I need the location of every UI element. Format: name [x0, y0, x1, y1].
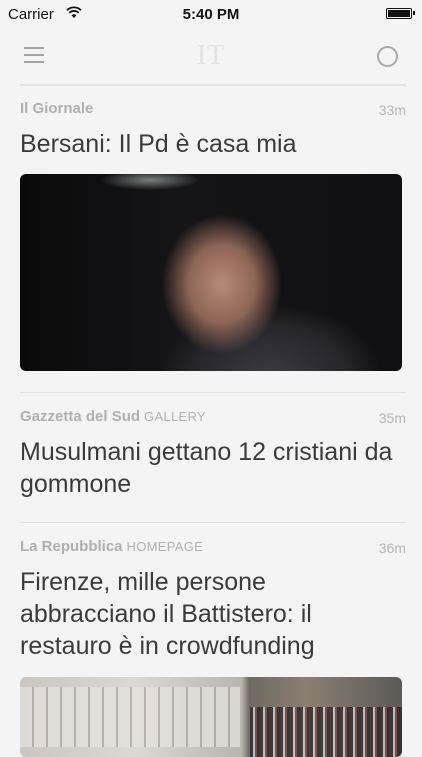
- article-section: HOMEPAGE: [126, 539, 204, 554]
- article-time: 36m: [378, 540, 406, 556]
- article-headline[interactable]: Firenze, mille persone abbracciano il Ba…: [20, 566, 406, 662]
- article-headline[interactable]: Bersani: Il Pd è casa mia: [20, 128, 406, 160]
- article-photo[interactable]: [20, 677, 402, 757]
- nav-divider: [20, 84, 406, 86]
- article-headline[interactable]: Musulmani gettano 12 cristiani da gommon…: [20, 436, 406, 500]
- article-source: Il Giornale: [20, 100, 94, 117]
- app-logo: IT: [196, 40, 226, 71]
- article-time: 35m: [378, 410, 406, 426]
- article-card[interactable]: Il Giornale 33m Bersani: Il Pd è casa mi…: [20, 100, 406, 160]
- clock: 5:40 PM: [182, 6, 240, 23]
- article-section: GALLERY: [144, 409, 206, 424]
- article-source: La Repubblica: [20, 538, 123, 555]
- divider: [20, 522, 406, 523]
- circle-icon[interactable]: [377, 46, 398, 67]
- article-photo[interactable]: [20, 174, 402, 371]
- article-card[interactable]: Gazzetta del Sud GALLERY 35m Musulmani ge…: [20, 408, 406, 500]
- battery-icon: [386, 8, 415, 19]
- article-time: 33m: [378, 102, 406, 118]
- article-card[interactable]: La Repubblica HOMEPAGE 36m Firenze, mille…: [20, 538, 406, 662]
- divider: [20, 392, 406, 393]
- article-source: Gazzetta del Sud: [20, 408, 141, 425]
- status-bar: Carrier 5:40 PM: [0, 0, 422, 30]
- nav-bar: IT: [0, 30, 422, 84]
